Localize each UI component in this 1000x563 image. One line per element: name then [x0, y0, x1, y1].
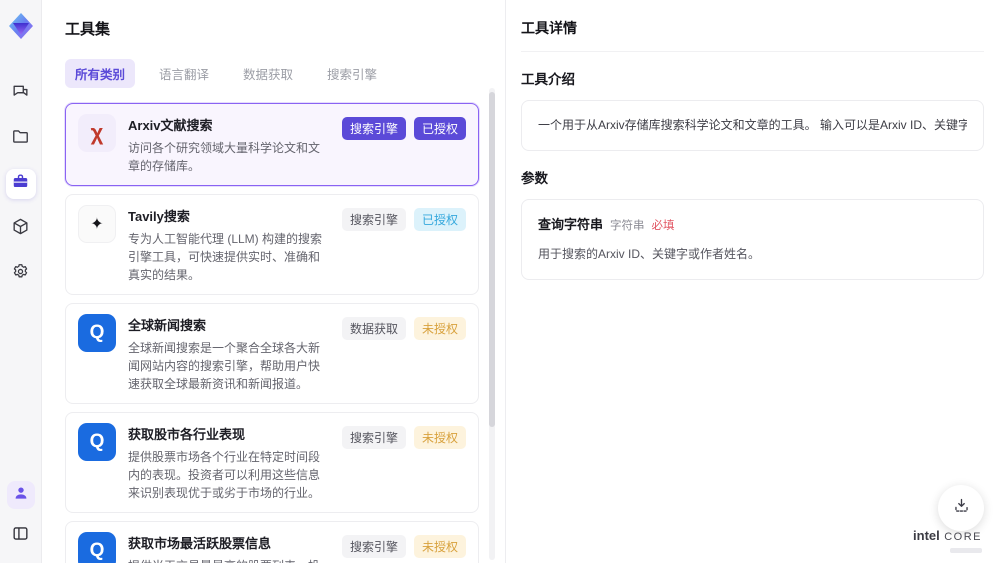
category-badge: 搜索引擎	[341, 535, 406, 558]
sidebar-nav	[5, 79, 36, 289]
collapse-sidebar-button[interactable]	[6, 521, 36, 551]
category-badge: 数据获取	[341, 317, 406, 340]
intro-text: 一个用于从Arxiv存储库搜索科学论文和文章的工具。 输入可以是Arxiv ID…	[538, 118, 967, 132]
tool-desc: 提供股票市场各个行业在特定时间段内的表现。投资者可以利用这些信息来识别表现优于或…	[128, 450, 321, 500]
tools-panel: 工具集 所有类别 语言翻译 数据获取 搜索引擎 χ Arxiv文献搜索 访问各个…	[42, 0, 506, 563]
params-heading: 参数	[521, 171, 548, 187]
sidebar-item-packages[interactable]	[6, 214, 36, 244]
settings-icon	[11, 262, 30, 286]
folder-icon	[11, 127, 30, 151]
intel-core-logo: intel CORE	[913, 527, 982, 553]
icon-glyph: Q	[89, 431, 105, 452]
collapse-panel-icon	[11, 524, 30, 548]
download-icon	[952, 496, 971, 520]
download-button[interactable]	[938, 485, 984, 531]
parameter-box: 查询字符串 字符串 必填 用于搜索的Arxiv ID、关键字或作者姓名。	[521, 199, 984, 281]
tool-list-scrollbar	[489, 88, 495, 560]
package-icon	[11, 217, 30, 241]
tool-desc: 专为人工智能代理 (LLM) 构建的搜索引擎工具，可快速提供实时、准确和真实的结…	[128, 232, 323, 282]
icon-glyph: Q	[89, 540, 105, 561]
toolbox-icon	[11, 172, 30, 196]
tool-name: Tavily搜索	[128, 209, 190, 224]
auth-status-badge: 已授权	[413, 208, 466, 231]
icon-glyph: Q	[89, 322, 105, 343]
four-point-star-icon: ✦	[78, 205, 116, 243]
sidebar-item-chat[interactable]	[6, 79, 36, 109]
tab-all-categories[interactable]: 所有类别	[65, 59, 136, 88]
tool-list: χ Arxiv文献搜索 访问各个研究领域大量科学论文和文章的存储库。 搜索引擎 …	[65, 103, 479, 563]
tab-data-fetch[interactable]: 数据获取	[233, 59, 303, 88]
blue-q-logo-icon: Q	[78, 314, 116, 352]
auth-status-badge: 未授权	[413, 426, 466, 449]
app-logo	[6, 11, 36, 41]
tool-name: 全球新闻搜索	[128, 318, 207, 333]
details-title: 工具详情	[521, 18, 984, 52]
param-type: 字符串	[610, 220, 645, 233]
arxiv-chi-icon: χ	[78, 114, 116, 152]
param-desc: 用于搜索的Arxiv ID、关键字或作者姓名。	[538, 246, 761, 261]
blue-q-logo-icon: Q	[78, 423, 116, 461]
core-brand-text: CORE	[944, 531, 982, 543]
sidebar-item-tools[interactable]	[5, 169, 36, 199]
tool-card-arxiv[interactable]: χ Arxiv文献搜索 访问各个研究领域大量科学论文和文章的存储库。 搜索引擎 …	[65, 103, 479, 186]
sidebar-bottom	[6, 481, 36, 551]
category-badge: 搜索引擎	[341, 426, 406, 449]
category-badge: 搜索引擎	[341, 117, 406, 140]
intel-brand-text: intel	[913, 528, 940, 543]
param-required-flag: 必填	[651, 220, 675, 233]
category-badge: 搜索引擎	[341, 208, 406, 231]
intel-sub-mark	[950, 548, 982, 553]
blue-q-logo-icon: Q	[78, 532, 116, 563]
intro-box: 一个用于从Arxiv存储库搜索科学论文和文章的工具。 输入可以是Arxiv ID…	[521, 100, 984, 152]
tab-search-engine[interactable]: 搜索引擎	[317, 59, 387, 88]
tool-card-active-stocks[interactable]: Q 获取市场最活跃股票信息 提供当天交易量最高的股票列表。投资者可以利用这些信息…	[65, 521, 479, 563]
tool-name: 获取市场最活跃股票信息	[128, 536, 272, 551]
user-avatar-icon	[12, 484, 30, 507]
tab-language-translation[interactable]: 语言翻译	[149, 59, 219, 88]
tool-desc: 提供当天交易量最高的股票列表。投资者可以利用这些信息来识别流动性强的股票和潜在的…	[128, 557, 330, 563]
tool-name: Arxiv文献搜索	[128, 118, 213, 133]
sidebar-item-files[interactable]	[6, 124, 36, 154]
tool-card-sector-performance[interactable]: Q 获取股市各行业表现 提供股票市场各个行业在特定时间段内的表现。投资者可以利用…	[65, 412, 479, 513]
tool-card-global-news[interactable]: Q 全球新闻搜索 全球新闻搜索是一个聚合全球各大新闻网站内容的搜索引擎，帮助用户…	[65, 303, 479, 404]
auth-status-badge: 已授权	[413, 117, 466, 140]
param-name: 查询字符串	[538, 217, 604, 233]
details-panel: 工具详情 工具介绍 一个用于从Arxiv存储库搜索科学论文和文章的工具。 输入可…	[507, 0, 1000, 563]
tool-desc: 访问各个研究领域大量科学论文和文章的存储库。	[128, 141, 321, 173]
tool-card-tavily[interactable]: ✦ Tavily搜索 专为人工智能代理 (LLM) 构建的搜索引擎工具，可快速提…	[65, 194, 479, 295]
auth-status-badge: 未授权	[413, 317, 466, 340]
user-avatar[interactable]	[6, 481, 35, 509]
icon-glyph: χ	[90, 120, 104, 145]
chat-icon	[11, 82, 30, 106]
auth-status-badge: 未授权	[413, 535, 466, 558]
scrollbar-thumb[interactable]	[489, 92, 495, 427]
app-sidebar	[0, 0, 42, 563]
icon-glyph: ✦	[90, 216, 104, 233]
page-title: 工具集	[65, 21, 111, 38]
tool-name: 获取股市各行业表现	[128, 427, 246, 442]
intro-heading: 工具介绍	[521, 72, 575, 87]
category-tabs: 所有类别 语言翻译 数据获取 搜索引擎	[65, 59, 479, 88]
tool-desc: 全球新闻搜索是一个聚合全球各大新闻网站内容的搜索引擎，帮助用户快速获取全球最新资…	[128, 341, 321, 391]
sidebar-item-settings[interactable]	[6, 259, 36, 289]
